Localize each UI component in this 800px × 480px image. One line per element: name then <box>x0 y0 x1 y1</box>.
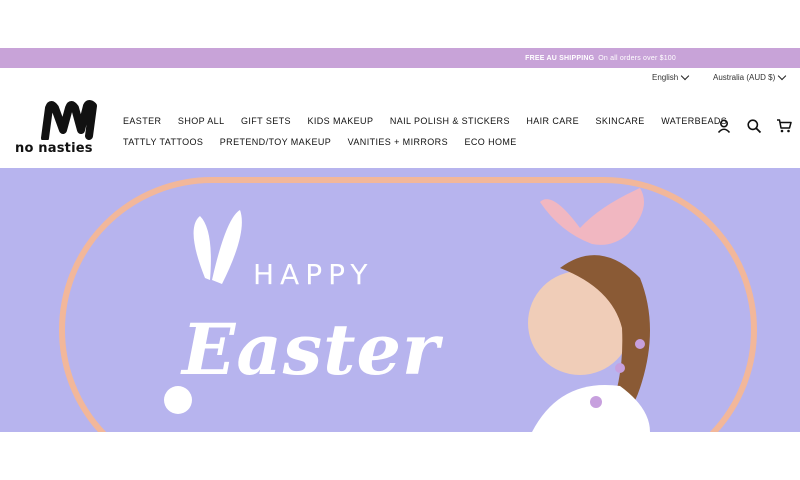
chevron-down-icon <box>681 71 690 81</box>
nav-item-vanities-mirrors[interactable]: VANITIES + MIRRORS <box>348 137 448 147</box>
nav-item-kids-makeup[interactable]: KIDS MAKEUP <box>307 116 373 126</box>
header-icons <box>716 118 792 134</box>
hero-easter-text: Easter <box>182 308 440 391</box>
nav-item-hair-care[interactable]: HAIR CARE <box>526 116 579 126</box>
nav-item-easter[interactable]: EASTER <box>123 116 161 126</box>
account-icon[interactable] <box>716 118 732 134</box>
nav-item-eco-home[interactable]: ECO HOME <box>464 137 516 147</box>
main-nav: EASTER SHOP ALL GIFT SETS KIDS MAKEUP NAIL P… <box>123 110 727 152</box>
logo-mark-icon <box>41 100 97 142</box>
nav-item-shop-all[interactable]: SHOP ALL <box>178 116 225 126</box>
currency-label: Australia (AUD $) <box>713 73 776 82</box>
chevron-down-icon <box>778 71 787 81</box>
hero-frame-shape <box>59 177 757 432</box>
nav-item-tattly-tattoos[interactable]: TATTLY TATTOOS <box>123 137 203 147</box>
hero-happy-text: HAPPY <box>253 258 374 291</box>
utility-bar: English Australia (AUD $) <box>0 68 800 86</box>
brand-logo[interactable]: no nasties <box>15 100 107 156</box>
top-blank-area <box>0 0 800 48</box>
announcement-bar: FREE AU SHIPPING On all orders over $100 <box>0 48 800 68</box>
cart-icon[interactable] <box>776 118 792 134</box>
nav-row-2: TATTLY TATTOOS PRETEND/TOY MAKEUP VANITIES… <box>123 131 703 152</box>
nav-item-gift-sets[interactable]: GIFT SETS <box>241 116 291 126</box>
bottom-blank-area <box>0 432 800 480</box>
currency-selector[interactable]: Australia (AUD $) <box>713 71 787 82</box>
logo-text: no nasties <box>15 141 93 156</box>
nav-item-nail-polish-stickers[interactable]: NAIL POLISH & STICKERS <box>390 116 510 126</box>
language-selector[interactable]: English <box>652 71 690 82</box>
nav-item-skincare[interactable]: SKINCARE <box>595 116 644 126</box>
nav-row-1: EASTER SHOP ALL GIFT SETS KIDS MAKEUP NAIL P… <box>123 110 727 131</box>
site-header: no nasties EASTER SHOP ALL GIFT SETS KIDS M… <box>0 86 800 169</box>
nav-item-pretend-toy-makeup[interactable]: PRETEND/TOY MAKEUP <box>220 137 331 147</box>
search-icon[interactable] <box>746 118 762 134</box>
announcement-text: On all orders over $100 <box>598 54 676 62</box>
announcement-strong: FREE AU SHIPPING <box>525 54 595 62</box>
language-label: English <box>652 73 679 82</box>
hero-banner[interactable]: HAPPY Easter <box>0 168 800 432</box>
